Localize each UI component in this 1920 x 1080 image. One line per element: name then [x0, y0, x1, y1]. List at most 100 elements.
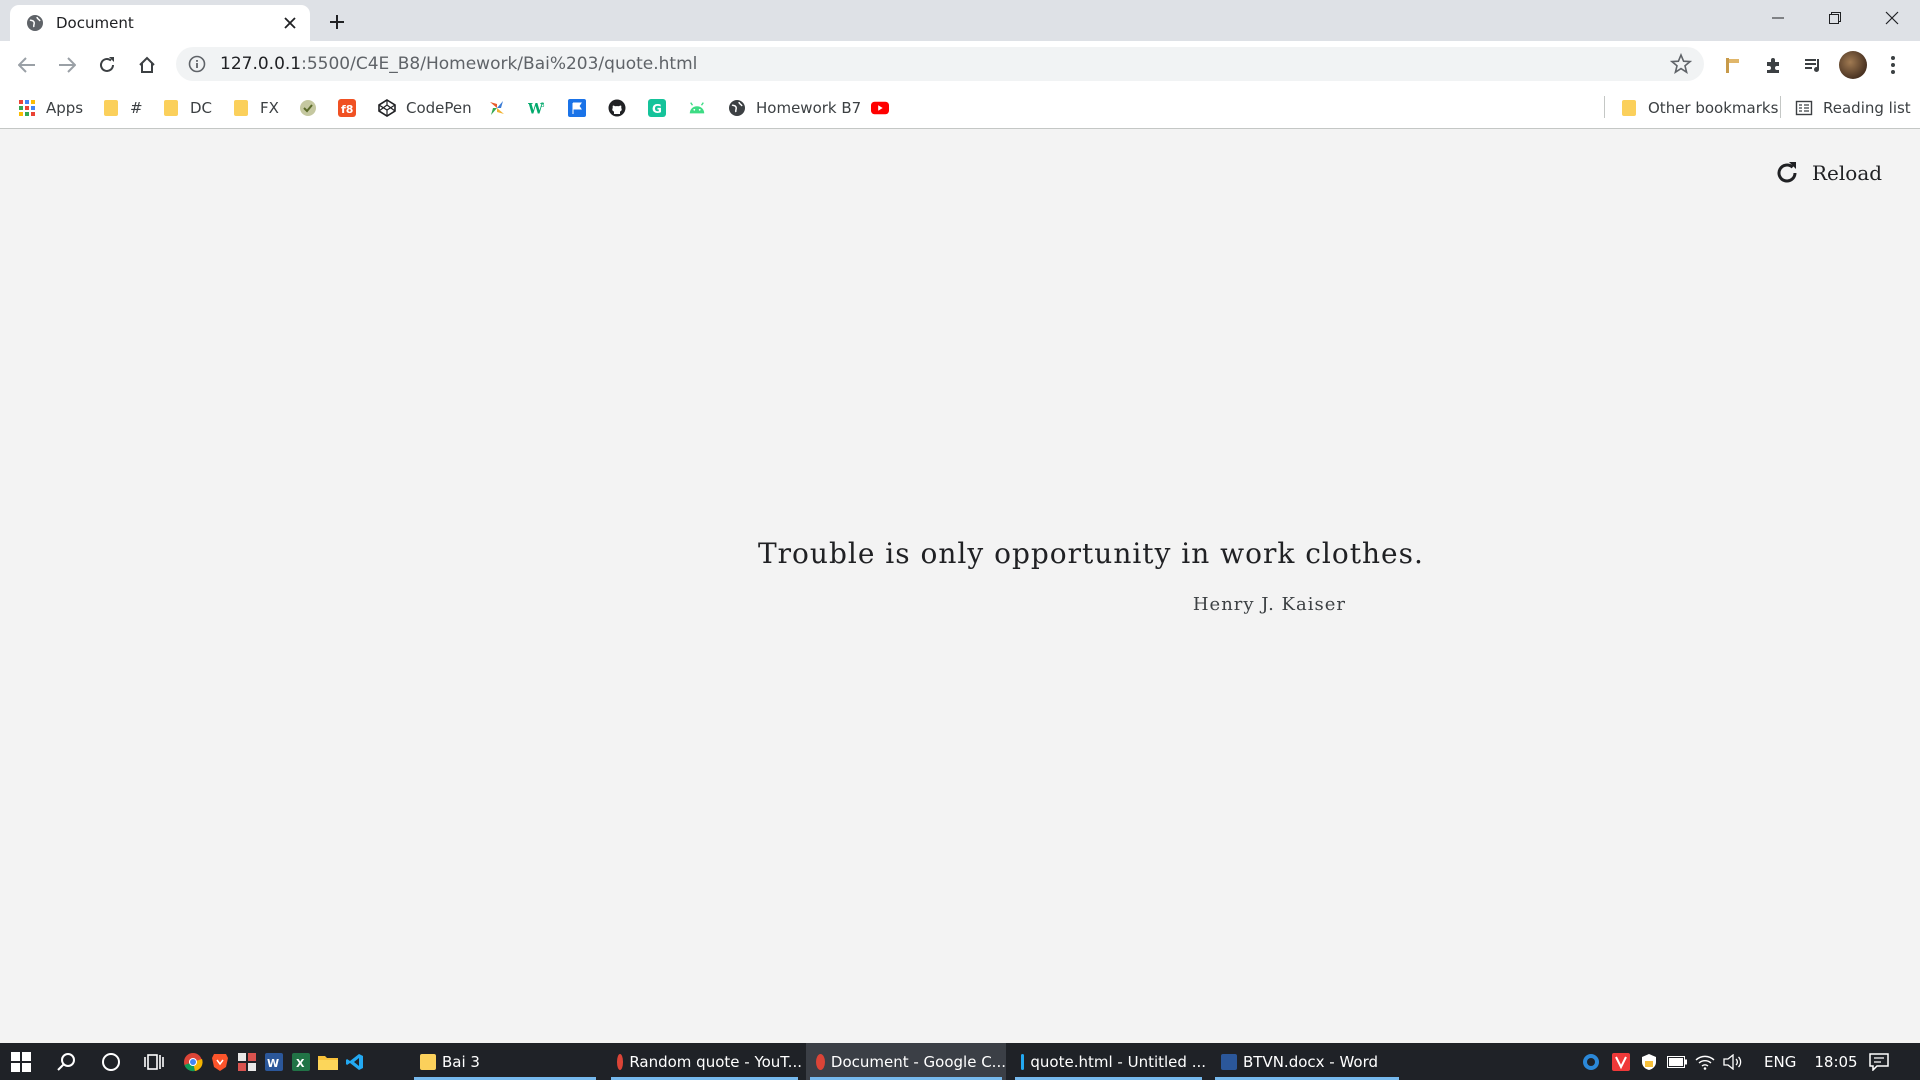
bookmark-folder-hash[interactable]: # — [102, 96, 143, 120]
restore-icon[interactable] — [1806, 0, 1863, 36]
search-icon[interactable] — [54, 1049, 80, 1075]
battery-icon[interactable] — [1666, 1049, 1688, 1075]
vscode-icon — [1021, 1053, 1025, 1070]
folder-icon — [1620, 99, 1638, 117]
clock[interactable]: 18:05 — [1810, 1043, 1862, 1080]
language-label: ENG — [1764, 1052, 1797, 1071]
taskbar-app-label: Document - Google C... — [830, 1052, 1006, 1071]
puzzle-extensions-icon[interactable] — [1760, 52, 1786, 78]
security-shield-icon[interactable] — [1638, 1049, 1660, 1075]
svg-text:W: W — [267, 1057, 279, 1070]
bookmark-folder-fx[interactable]: FX — [232, 96, 279, 120]
excel-icon[interactable]: X — [288, 1049, 314, 1075]
reload-quote-button[interactable]: Reload — [1774, 160, 1882, 186]
media-queue-icon[interactable] — [1800, 52, 1826, 78]
address-bar[interactable]: 127.0.0.1:5500/C4E_B8/Homework/Bai%203/q… — [176, 47, 1704, 81]
window-controls — [1749, 0, 1920, 36]
info-icon[interactable] — [188, 55, 206, 73]
kebab-menu-icon[interactable] — [1880, 52, 1906, 78]
w3schools-icon: W3 — [528, 99, 546, 117]
svg-text:G: G — [652, 102, 662, 116]
bookmarks-bar: Apps # DC FX f8 CodePen W3 G Homework B7… — [0, 88, 1920, 129]
new-tab-icon[interactable] — [325, 10, 349, 34]
minimize-icon[interactable] — [1749, 0, 1806, 36]
bookmark-w3schools[interactable]: W3 — [528, 96, 556, 120]
taskbar-app-word[interactable]: BTVN.docx - Word — [1211, 1043, 1403, 1080]
bookmark-label: CodePen — [406, 99, 472, 117]
svg-text:X: X — [296, 1057, 305, 1070]
forward-arrow-icon[interactable] — [54, 52, 80, 78]
language-indicator[interactable]: ENG — [1764, 1043, 1796, 1080]
bookmark-codepen[interactable]: CodePen — [378, 96, 472, 120]
folder-icon — [102, 99, 120, 117]
bookmark-f8[interactable]: f8 — [338, 96, 366, 120]
bookmark-checkmark-site[interactable] — [299, 96, 327, 120]
bookmark-youtube[interactable] — [871, 96, 899, 120]
reload-page-icon[interactable] — [94, 52, 120, 78]
vivaldi-tray-icon[interactable] — [1610, 1049, 1632, 1075]
taskbar-app-document[interactable]: Document - Google C... — [806, 1043, 1006, 1080]
profile-avatar[interactable] — [1839, 51, 1867, 79]
chrome-icon[interactable] — [180, 1049, 206, 1075]
bookmarks-divider — [1780, 96, 1781, 118]
taskbar-app-random-quote[interactable]: Random quote - YouT... — [607, 1043, 802, 1080]
taskbar-app-bai3[interactable]: Bai 3 — [410, 1043, 600, 1080]
other-bookmarks-label: Other bookmarks — [1648, 99, 1779, 117]
tab-title: Document — [56, 14, 134, 32]
vscode-icon[interactable] — [342, 1049, 368, 1075]
home-icon[interactable] — [134, 52, 160, 78]
bookmark-homework-b7[interactable]: Homework B7 — [728, 96, 861, 120]
bookmark-folder-dc[interactable]: DC — [162, 96, 212, 120]
url-text[interactable]: 127.0.0.1:5500/C4E_B8/Homework/Bai%203/q… — [220, 54, 1670, 74]
file-explorer-icon[interactable] — [315, 1049, 341, 1075]
apps-grid-icon — [18, 99, 36, 117]
url-host: 127.0.0.1 — [220, 54, 302, 74]
bookmark-android[interactable] — [688, 96, 716, 120]
extension-flag-icon[interactable] — [1720, 52, 1746, 78]
notifications-icon[interactable] — [1866, 1049, 1892, 1075]
globe-icon — [728, 99, 746, 117]
reading-list-label: Reading list — [1823, 99, 1911, 117]
windows-taskbar: W X Bai 3 Random quote - YouT... Documen… — [0, 1043, 1920, 1080]
url-path: :5500/C4E_B8/Homework/Bai%203/quote.html — [301, 54, 698, 74]
bookmark-grammarly[interactable]: G — [648, 96, 676, 120]
tab-strip: Document — [0, 0, 1920, 41]
taskbar-app-label: BTVN.docx - Word — [1243, 1052, 1379, 1071]
windows-start-icon[interactable] — [8, 1049, 34, 1075]
bookmark-github[interactable] — [608, 96, 636, 120]
brave-icon[interactable] — [207, 1049, 233, 1075]
globe-icon — [27, 15, 43, 31]
bookmark-label: DC — [190, 99, 213, 117]
clock-time: 18:05 — [1814, 1052, 1858, 1071]
folder-icon — [232, 99, 250, 117]
bookmark-label: Apps — [46, 99, 84, 117]
wifi-icon[interactable] — [1694, 1049, 1716, 1075]
back-arrow-icon[interactable] — [14, 52, 40, 78]
close-tab-icon[interactable] — [280, 13, 300, 33]
word-icon — [1221, 1053, 1237, 1070]
folder-icon — [162, 99, 180, 117]
taskbar-app-vscode[interactable]: quote.html - Untitled ... — [1011, 1043, 1206, 1080]
edge-tray-icon[interactable] — [1580, 1049, 1602, 1075]
checkmark-site-icon — [299, 99, 317, 117]
chrome-icon — [617, 1053, 624, 1070]
reading-list-icon — [1795, 99, 1813, 117]
volume-icon[interactable] — [1722, 1049, 1744, 1075]
cortana-icon[interactable] — [98, 1049, 124, 1075]
close-window-icon[interactable] — [1863, 0, 1920, 36]
page-content: Reload Trouble is only opportunity in wo… — [0, 129, 1920, 1043]
word-icon[interactable]: W — [261, 1049, 287, 1075]
bookmark-pinwheel[interactable] — [488, 96, 516, 120]
bookmark-label: Homework B7 — [756, 99, 862, 117]
svg-text:3: 3 — [541, 102, 545, 109]
other-bookmarks[interactable]: Other bookmarks — [1620, 96, 1778, 120]
quote-author: Henry J. Kaiser — [1192, 594, 1346, 615]
bookmark-flag[interactable] — [568, 96, 596, 120]
reading-list[interactable]: Reading list — [1795, 96, 1911, 120]
app-grid-icon[interactable] — [234, 1049, 260, 1075]
f8-icon: f8 — [338, 99, 356, 117]
bookmark-star-icon[interactable] — [1670, 53, 1692, 75]
browser-tab[interactable]: Document — [10, 5, 310, 41]
bookmark-apps[interactable]: Apps — [18, 96, 83, 120]
task-view-icon[interactable] — [142, 1049, 168, 1075]
